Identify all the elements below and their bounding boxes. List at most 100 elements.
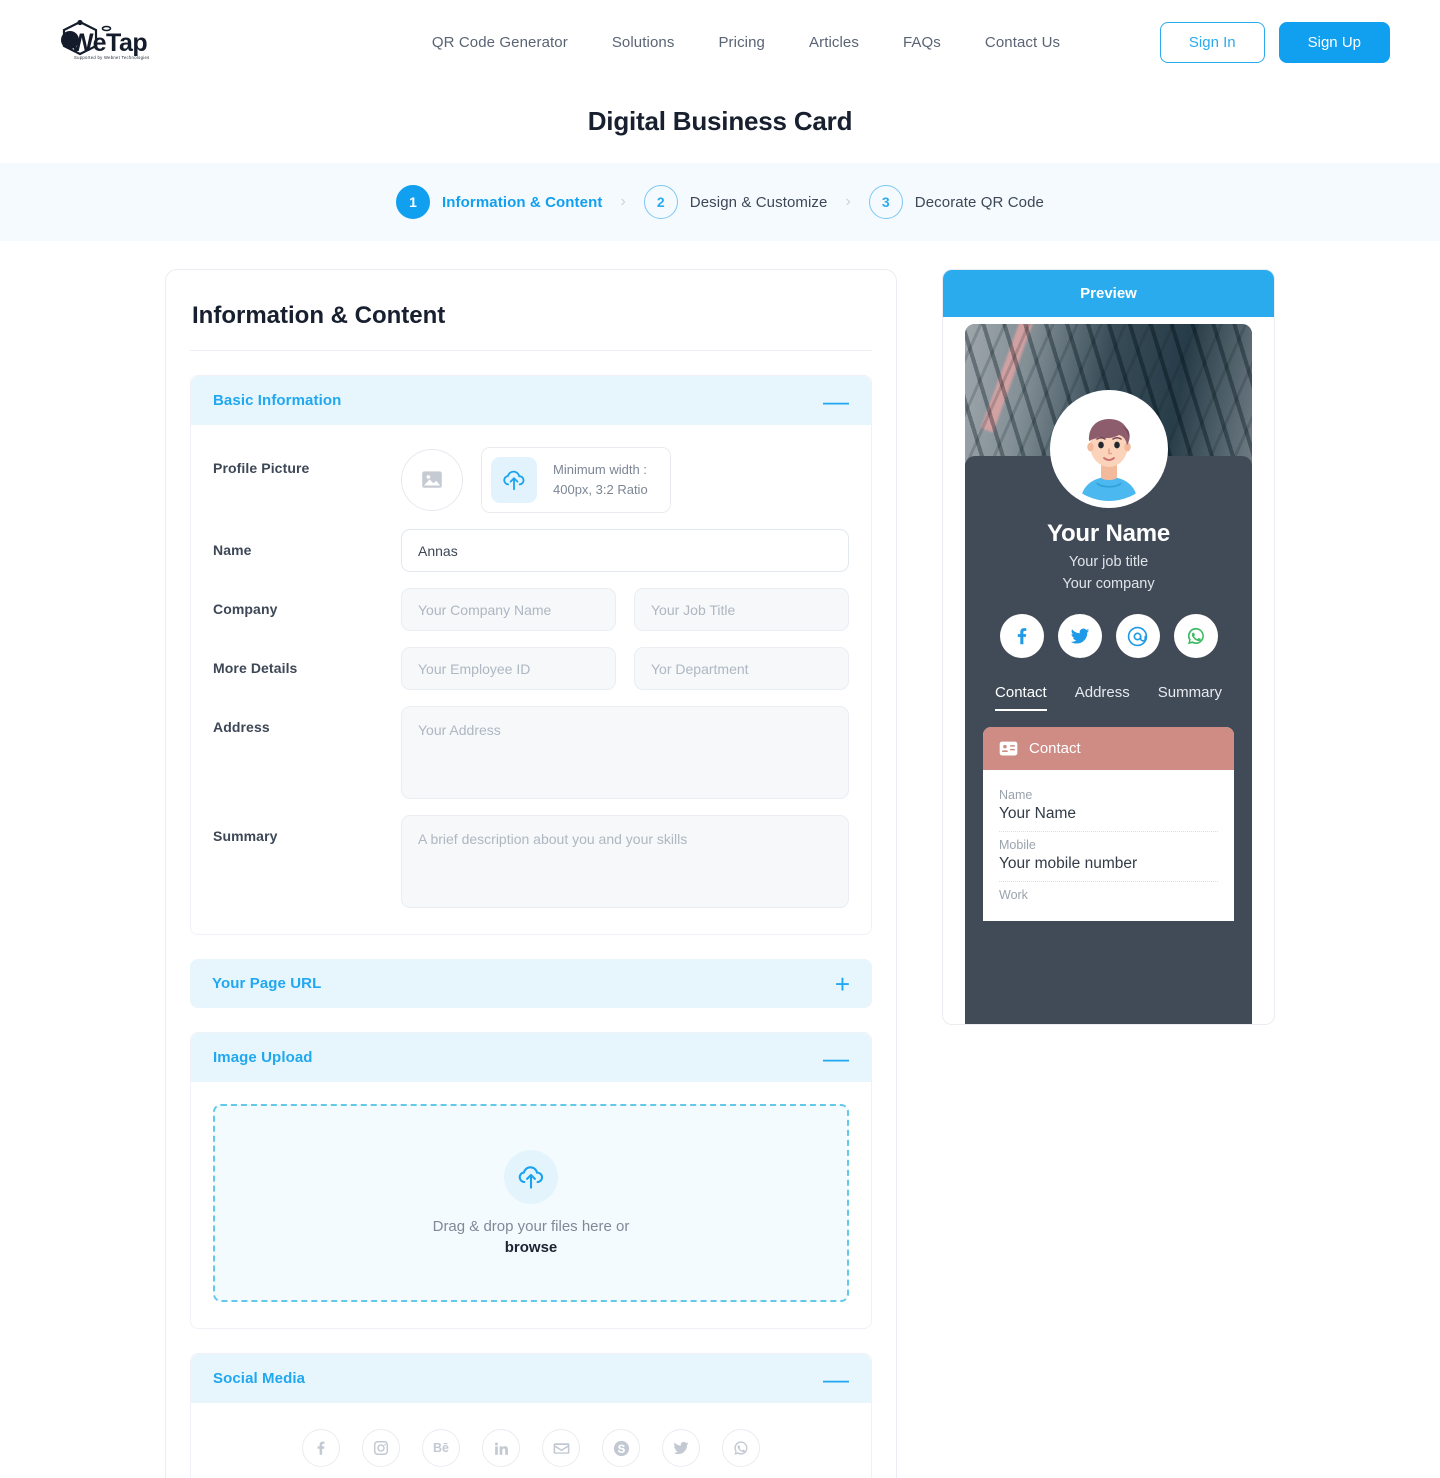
step-3-number: 3 bbox=[868, 185, 903, 219]
nav-item-contact-us[interactable]: Contact Us bbox=[985, 34, 1060, 51]
social-option-skype-icon[interactable] bbox=[602, 1429, 640, 1467]
plus-icon[interactable]: + bbox=[835, 971, 850, 997]
more-details-row: More Details bbox=[213, 647, 849, 690]
preview-phone-frame: Your Name Your job title Your company Co… bbox=[965, 324, 1252, 1024]
preview-contact-panel-header: Contact bbox=[983, 727, 1234, 770]
social-option-linkedin-icon[interactable] bbox=[482, 1429, 520, 1467]
preview-company: Your company bbox=[1062, 576, 1155, 592]
accordion-basic-information-title: Basic Information bbox=[213, 392, 342, 409]
profile-picture-label: Profile Picture bbox=[213, 460, 310, 476]
nav-item-articles[interactable]: Articles bbox=[809, 34, 859, 51]
more-details-label: More Details bbox=[213, 660, 298, 676]
social-option-behance-icon[interactable]: Bē bbox=[422, 1429, 460, 1467]
profile-picture-upload-button[interactable]: Minimum width : 400px, 3:2 Ratio bbox=[481, 447, 671, 513]
department-input[interactable] bbox=[634, 647, 849, 690]
social-option-email-icon[interactable] bbox=[542, 1429, 580, 1467]
preview-tabs: Contact Address Summary bbox=[965, 684, 1252, 711]
nav-item-faqs[interactable]: FAQs bbox=[903, 34, 941, 51]
preview-tab-address[interactable]: Address bbox=[1075, 684, 1130, 711]
name-row: Name bbox=[213, 529, 849, 572]
step-design-and-customize[interactable]: 2 Design & Customize bbox=[643, 185, 828, 219]
main-content: Information & Content Basic Information … bbox=[0, 241, 1440, 1478]
main-nav: QR Code Generator Solutions Pricing Arti… bbox=[432, 34, 1060, 51]
wetap-logo-mark: WeTap Supported by Webnet Technologies bbox=[50, 18, 170, 66]
form-heading: Information & Content bbox=[190, 296, 872, 351]
brand-tagline: Supported by Webnet Technologies bbox=[74, 55, 150, 60]
minus-icon[interactable]: — bbox=[823, 388, 849, 414]
profile-picture-controls: Minimum width : 400px, 3:2 Ratio bbox=[401, 447, 671, 513]
preview-tab-summary[interactable]: Summary bbox=[1158, 684, 1222, 711]
page-title: Digital Business Card bbox=[587, 106, 853, 136]
preview-contact-panel-body: Name Your Name Mobile Your mobile number… bbox=[983, 770, 1234, 921]
social-option-facebook-icon[interactable] bbox=[302, 1429, 340, 1467]
top-navigation-bar: WeTap Supported by Webnet Technologies Q… bbox=[0, 0, 1440, 84]
job-title-input[interactable] bbox=[634, 588, 849, 631]
chevron-right-icon: › bbox=[620, 193, 626, 210]
brand-logo[interactable]: WeTap Supported by Webnet Technologies bbox=[50, 18, 170, 66]
accordion-social-media: Social Media — Bē bbox=[190, 1353, 872, 1478]
step-information-and-content[interactable]: 1 Information & Content bbox=[396, 185, 602, 219]
nav-item-solutions[interactable]: Solutions bbox=[612, 34, 675, 51]
auth-actions: Sign In Sign Up bbox=[1159, 21, 1390, 63]
accordion-image-upload: Image Upload — Drag & drop your files he… bbox=[190, 1032, 872, 1329]
accordion-basic-information-header[interactable]: Basic Information — bbox=[191, 376, 871, 425]
dropzone-browse-link[interactable]: browse bbox=[505, 1239, 558, 1256]
sign-up-button[interactable]: Sign Up bbox=[1278, 21, 1390, 63]
preview-contact-field-name-value: Your Name bbox=[999, 805, 1076, 822]
preview-contact-field-name-label: Name bbox=[999, 788, 1033, 802]
profile-picture-hint-line-2: 400px, 3:2 Ratio bbox=[553, 482, 648, 497]
preview-social-email-icon[interactable] bbox=[1115, 614, 1160, 658]
social-icon-row-1: Bē bbox=[201, 1413, 861, 1478]
step-2-number: 2 bbox=[643, 185, 678, 219]
step-1-label: Information & Content bbox=[442, 193, 603, 211]
social-option-twitter-icon[interactable] bbox=[662, 1429, 700, 1467]
cloud-upload-icon bbox=[518, 1166, 544, 1189]
preview-social-whatsapp-icon[interactable] bbox=[1173, 614, 1218, 658]
preview-contact-field-mobile: Mobile Your mobile number bbox=[999, 832, 1218, 882]
preview-name: Your Name bbox=[1046, 520, 1171, 547]
accordion-social-media-header[interactable]: Social Media — bbox=[191, 1354, 871, 1403]
preview-card: Preview Your Name Your job title Your co… bbox=[942, 269, 1275, 1025]
company-name-input[interactable] bbox=[401, 588, 616, 631]
minus-icon[interactable]: — bbox=[823, 1045, 849, 1071]
accordion-social-media-title: Social Media bbox=[213, 1370, 306, 1387]
preview-contact-panel-title: Contact bbox=[1029, 740, 1081, 757]
name-label: Name bbox=[213, 542, 252, 558]
address-label: Address bbox=[213, 719, 270, 735]
nav-item-qr-code-generator[interactable]: QR Code Generator bbox=[432, 34, 568, 51]
sign-in-button[interactable]: Sign In bbox=[1159, 21, 1265, 63]
accordion-your-page-url-header[interactable]: Your Page URL + bbox=[190, 959, 872, 1008]
summary-textarea[interactable] bbox=[401, 815, 849, 908]
social-option-whatsapp-icon[interactable] bbox=[722, 1429, 760, 1467]
employee-id-input[interactable] bbox=[401, 647, 616, 690]
accordion-your-page-url-title: Your Page URL bbox=[212, 975, 322, 992]
svg-text:WeTap: WeTap bbox=[70, 29, 147, 57]
image-dropzone[interactable]: Drag & drop your files here or browse bbox=[213, 1104, 849, 1302]
preview-tab-contact[interactable]: Contact bbox=[995, 684, 1047, 711]
company-row: Company bbox=[213, 588, 849, 631]
preview-contact-panel: Contact Name Your Name Mobile Your mobil… bbox=[983, 727, 1234, 921]
contact-card-icon bbox=[999, 741, 1018, 756]
dropzone-text: Drag & drop your files here or bbox=[432, 1218, 630, 1235]
preview-card-body: Your Name Your job title Your company Co… bbox=[965, 390, 1252, 1016]
preview-social-facebook-icon[interactable] bbox=[999, 614, 1044, 658]
avatar[interactable] bbox=[1049, 390, 1168, 508]
address-textarea[interactable] bbox=[401, 706, 849, 799]
profile-picture-preview[interactable] bbox=[401, 449, 463, 511]
nav-item-pricing[interactable]: Pricing bbox=[718, 34, 765, 51]
preview-contact-field-work-label: Work bbox=[999, 888, 1028, 902]
summary-label: Summary bbox=[213, 828, 278, 844]
step-decorate-qr-code[interactable]: 3 Decorate QR Code bbox=[868, 185, 1044, 219]
name-input[interactable] bbox=[401, 529, 849, 572]
social-option-instagram-icon[interactable] bbox=[362, 1429, 400, 1467]
accordion-basic-information-body: Profile Picture Minimum width: 400px, 3… bbox=[191, 425, 871, 934]
step-3-label: Decorate QR Code bbox=[914, 193, 1044, 211]
preview-social-twitter-icon[interactable] bbox=[1057, 614, 1102, 658]
accordion-image-upload-header[interactable]: Image Upload — bbox=[191, 1033, 871, 1082]
minus-icon[interactable]: — bbox=[823, 1366, 849, 1392]
image-placeholder-icon bbox=[422, 471, 442, 488]
preview-social-links bbox=[965, 614, 1252, 658]
chevron-right-icon: › bbox=[845, 193, 851, 210]
accordion-your-page-url: Your Page URL + bbox=[190, 959, 872, 1008]
profile-picture-hint: Minimum width : 400px, 3:2 Ratio bbox=[553, 460, 648, 500]
